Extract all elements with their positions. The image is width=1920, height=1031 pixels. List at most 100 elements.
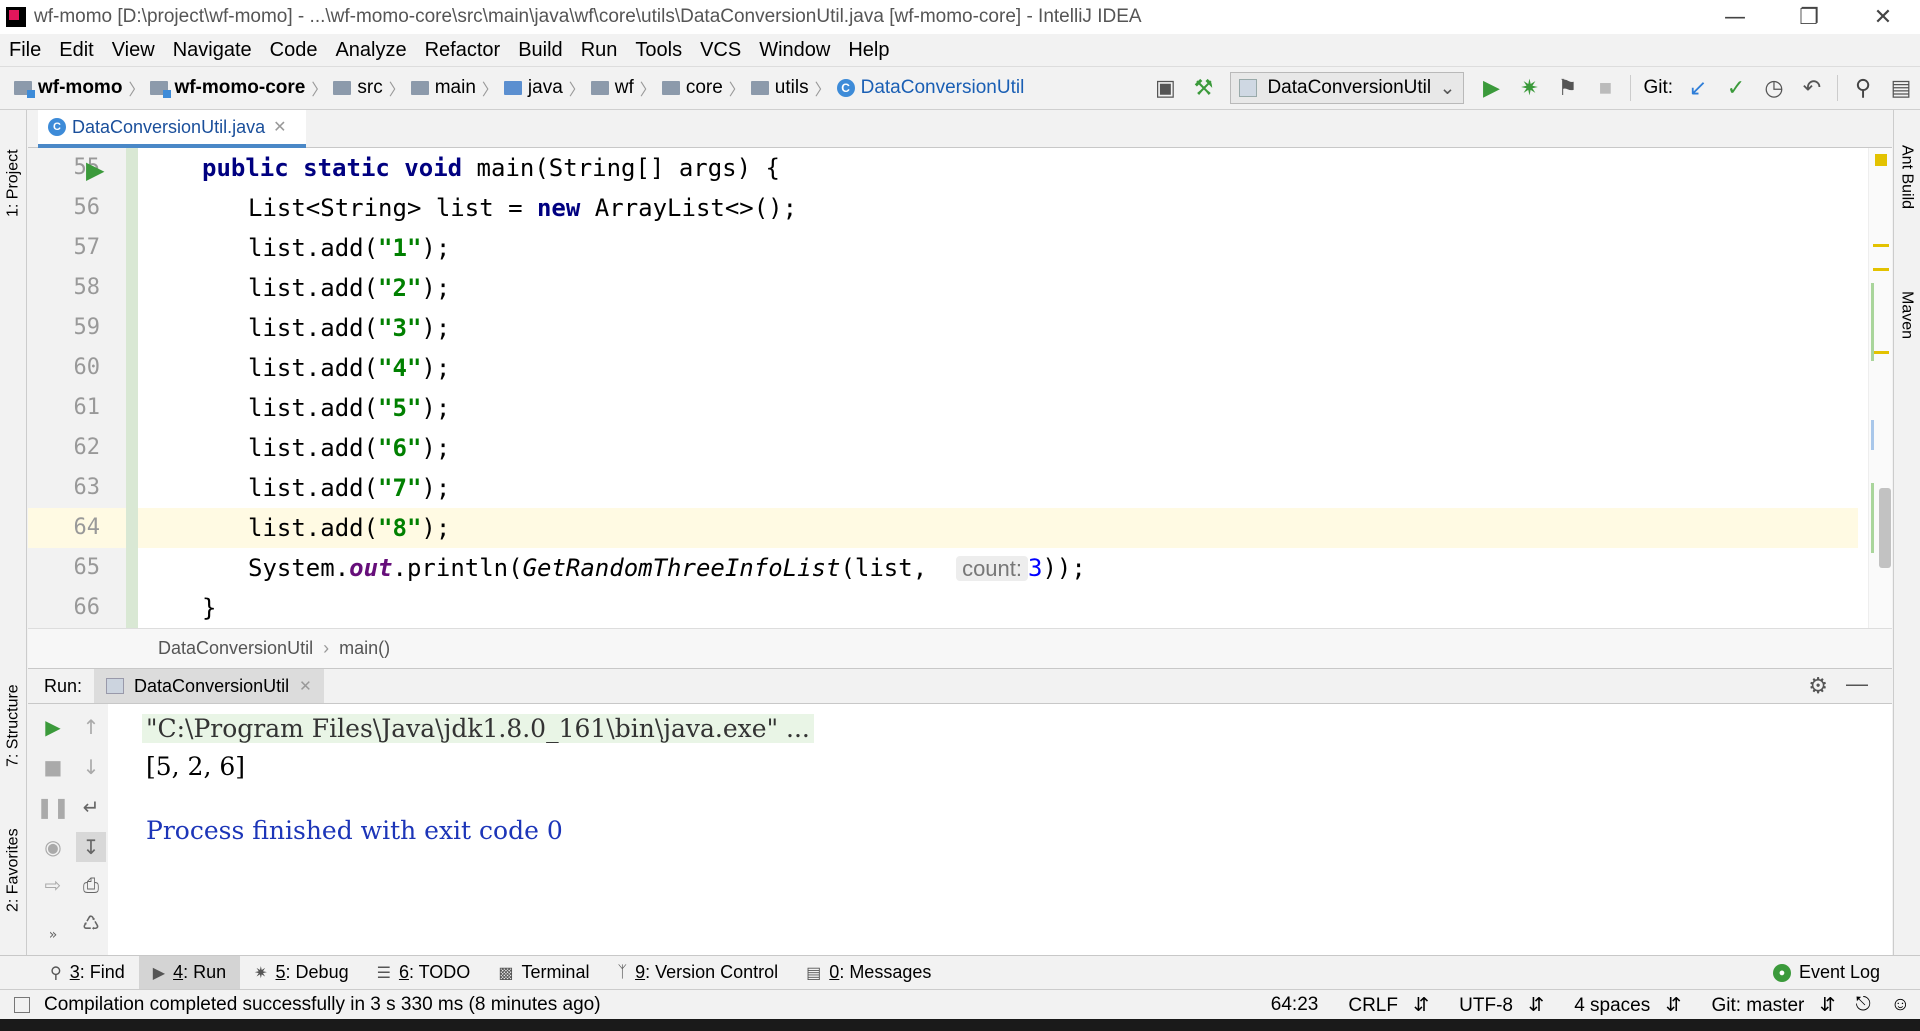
indent-widget[interactable]: 4 spaces ⇵ — [1554, 994, 1691, 1017]
encoding-widget[interactable]: UTF-8 ⇵ — [1439, 994, 1554, 1017]
more-icon[interactable]: » — [38, 920, 68, 950]
menu-tools[interactable]: Tools — [626, 39, 691, 62]
login-icon[interactable]: ⇨ — [38, 870, 68, 900]
breadcrumb-class-name[interactable]: DataConversionUtil — [158, 638, 313, 659]
scroll-down-icon[interactable]: ↓ — [76, 752, 106, 782]
git-commit-icon[interactable]: ✓ — [1719, 71, 1753, 105]
menu-edit[interactable]: Edit — [50, 39, 102, 62]
inspection-status-icon[interactable] — [1875, 154, 1887, 166]
tool-tab-terminal[interactable]: ▩ Terminal — [484, 956, 603, 990]
menu-run[interactable]: Run — [572, 39, 627, 62]
camera-icon[interactable]: ◉ — [38, 832, 68, 862]
run-tab-dataconversionutil[interactable]: DataConversionUtil ✕ — [94, 669, 324, 703]
chevron-right-icon: 〉 — [128, 82, 145, 99]
caret-position[interactable]: 64:23 — [1261, 994, 1329, 1016]
line-number: 63 — [73, 475, 101, 500]
menu-help[interactable]: Help — [839, 39, 898, 62]
editor-tab-dataconversionutil[interactable]: C DataConversionUtil.java ✕ — [38, 110, 306, 148]
breadcrumb-wf[interactable]: wf — [585, 77, 640, 99]
tool-tab-debug[interactable]: ✷ 5: Debug — [240, 956, 362, 990]
line-separator-widget[interactable]: CRLF ⇵ — [1328, 994, 1439, 1017]
breadcrumb-core[interactable]: core — [656, 77, 729, 99]
tool-tab-find[interactable]: ⚲ 3: Find — [36, 956, 139, 990]
line-number: 66 — [73, 595, 101, 620]
trash-icon[interactable]: ♺ — [76, 908, 106, 938]
editor-breadcrumb: DataConversionUtil › main() — [28, 628, 1892, 668]
line-number: 57 — [73, 235, 101, 260]
close-tab-icon[interactable]: ✕ — [273, 117, 286, 137]
bottom-tool-tabs: ⚲ 3: Find ▶ 4: Run ✷ 5: Debug ☰ 6: TODO ▩ Ter… — [0, 955, 1920, 990]
structure-tool-tab[interactable]: 7: Structure — [0, 666, 27, 786]
class-icon: C — [48, 118, 66, 136]
scroll-up-icon[interactable]: ↑ — [76, 712, 106, 742]
profile-icon[interactable]: ▤ — [1884, 71, 1918, 105]
favorites-tool-tab[interactable]: 2: Favorites — [0, 810, 27, 930]
menu-refactor[interactable]: Refactor — [416, 39, 510, 62]
warning-marker[interactable] — [1873, 268, 1889, 271]
breadcrumb-src[interactable]: src — [327, 77, 388, 99]
stop-icon[interactable]: ■ — [1588, 71, 1622, 105]
scroll-thumb[interactable] — [1879, 488, 1891, 568]
editor-scrollbar[interactable] — [1868, 148, 1892, 628]
menu-analyze[interactable]: Analyze — [326, 39, 415, 62]
code-text: )); — [1042, 554, 1086, 582]
debug-icon[interactable]: ✷ — [1512, 71, 1546, 105]
tool-tab-todo[interactable]: ☰ 6: TODO — [363, 956, 485, 990]
menu-vcs[interactable]: VCS — [691, 39, 750, 62]
breadcrumb-java[interactable]: java — [498, 77, 569, 99]
tab-mnemonic: 5 — [275, 962, 286, 982]
git-branch-widget[interactable]: Git: master ⇵ — [1691, 994, 1845, 1017]
breadcrumb-wf-momo-core[interactable]: wf-momo-core — [144, 77, 311, 99]
menu-view[interactable]: View — [103, 39, 164, 62]
menu-window[interactable]: Window — [750, 39, 839, 62]
run-gutter-icon[interactable]: ▶ — [86, 156, 104, 184]
warning-marker[interactable] — [1873, 244, 1889, 247]
rerun-icon[interactable]: ▶ — [38, 712, 68, 742]
coverage-icon[interactable]: ⚑ — [1550, 71, 1584, 105]
breadcrumb-utils[interactable]: utils — [745, 77, 815, 99]
history-icon[interactable]: ◷ — [1757, 71, 1791, 105]
soft-wrap-icon[interactable]: ↵ — [76, 792, 106, 822]
run-icon[interactable]: ▶ — [1474, 71, 1508, 105]
breadcrumb-main[interactable]: main — [405, 77, 482, 99]
tool-tab-run[interactable]: ▶ 4: Run — [138, 955, 241, 990]
run-configuration-select[interactable]: DataConversionUtil ⌄ — [1230, 72, 1465, 104]
menu-file[interactable]: File — [0, 39, 50, 62]
breadcrumb-wf-momo[interactable]: wf-momo — [8, 77, 128, 99]
restore-button[interactable]: ❐ — [1772, 0, 1846, 34]
window-title: wf-momo [D:\project\wf-momo] - ...\wf-mo… — [34, 6, 1142, 27]
stop-icon[interactable]: ■ — [38, 752, 68, 782]
code-editor[interactable]: 55 56 57 58 59 60 61 62 63 64 65 66 ▶ pu… — [28, 148, 1892, 628]
hide-panel-icon[interactable]: — — [1846, 671, 1868, 697]
lock-icon[interactable]: ⎋ — [1846, 994, 1881, 1016]
search-icon[interactable]: ⚲ — [1846, 71, 1880, 105]
tool-tab-messages[interactable]: ▤ 0: Messages — [792, 956, 945, 990]
project-tool-tab[interactable]: 1: Project — [0, 128, 27, 238]
ant-build-tool-tab[interactable]: Ant Build — [1893, 122, 1920, 232]
tool-tab-version-control[interactable]: ᛉ9: Version Control — [603, 956, 792, 990]
minimize-button[interactable]: — — [1698, 0, 1772, 34]
git-update-icon[interactable]: ↙ — [1681, 71, 1715, 105]
breadcrumb-class[interactable]: C DataConversionUtil — [831, 77, 1031, 99]
project-structure-icon[interactable]: ▣ — [1148, 71, 1182, 105]
warning-marker[interactable] — [1873, 351, 1889, 354]
build-hammer-icon[interactable]: ⚒ — [1186, 71, 1220, 105]
inspector-icon[interactable]: ☺ — [1881, 994, 1920, 1016]
breadcrumb-method-name[interactable]: main() — [339, 638, 390, 659]
event-log-button[interactable]: ● Event Log — [1759, 956, 1894, 990]
maven-tool-tab[interactable]: Maven — [1893, 260, 1920, 370]
gear-icon[interactable]: ⚙ — [1808, 673, 1828, 699]
scroll-to-end-icon[interactable]: ↧ — [76, 832, 106, 862]
pause-icon[interactable]: ❚❚ — [36, 792, 70, 822]
code-line-63: list.add("7"); — [138, 468, 1858, 508]
revert-icon[interactable]: ↶ — [1795, 71, 1829, 105]
close-window-button[interactable]: ✕ — [1846, 0, 1920, 34]
run-console[interactable]: "C:\Program Files\Java\jdk1.8.0_161\bin\… — [108, 704, 1892, 955]
toggle-tool-windows-icon[interactable] — [14, 996, 30, 1013]
menu-navigate[interactable]: Navigate — [164, 39, 261, 62]
menu-build[interactable]: Build — [509, 39, 571, 62]
code-text: list.add( — [248, 474, 379, 502]
close-tab-icon[interactable]: ✕ — [299, 677, 312, 695]
print-icon[interactable]: ⎙ — [76, 870, 106, 900]
menu-code[interactable]: Code — [261, 39, 327, 62]
